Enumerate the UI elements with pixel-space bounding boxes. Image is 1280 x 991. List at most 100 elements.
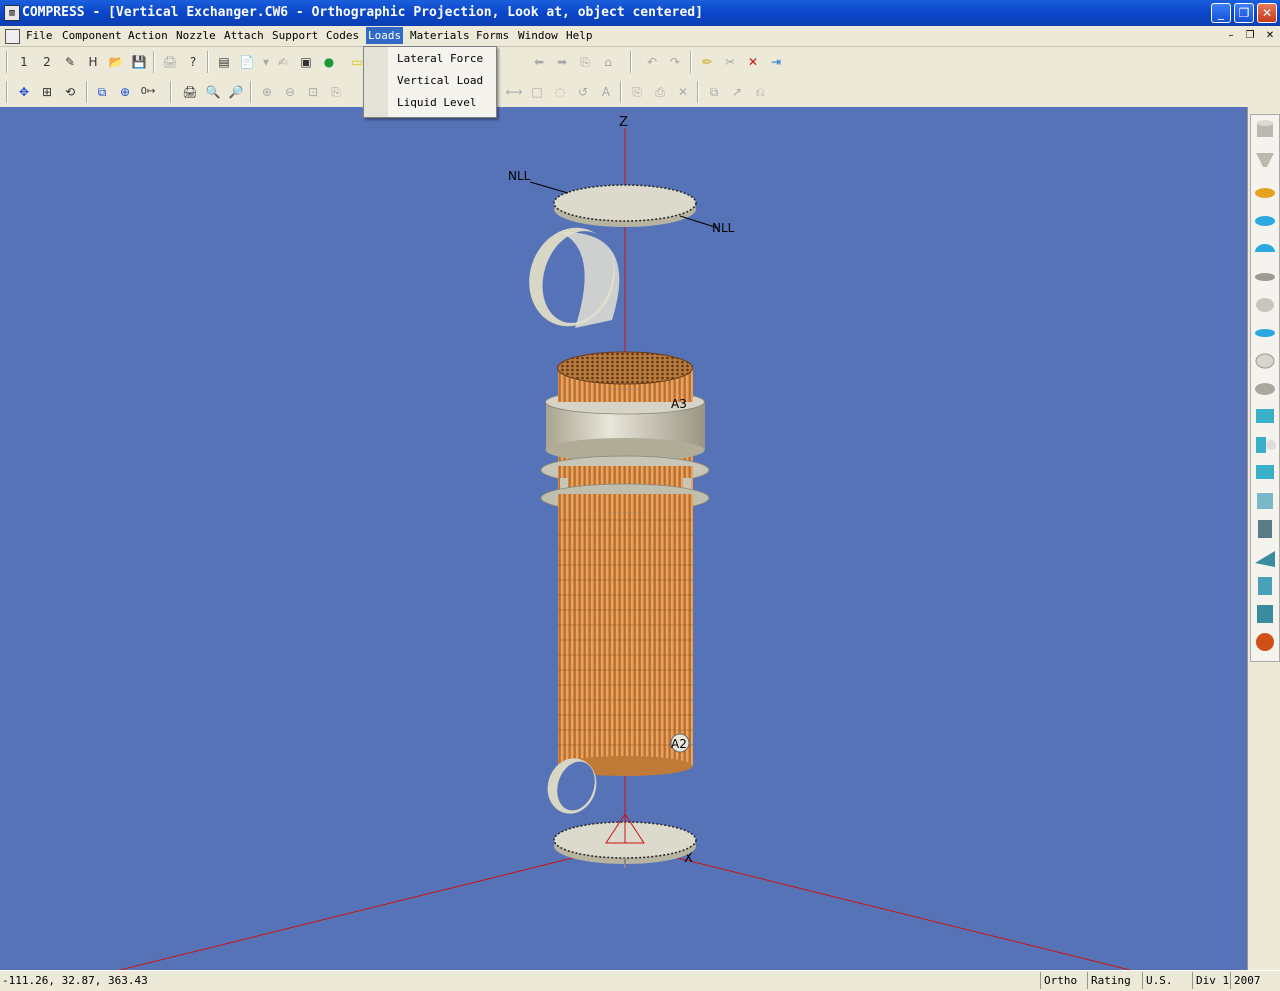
app-icon[interactable]: ▥: [4, 5, 20, 21]
copy-view-button[interactable]: ⎘: [576, 53, 594, 71]
duplicate-button[interactable]: ⧉: [705, 83, 723, 101]
menu-materials[interactable]: Materials: [410, 29, 470, 42]
forward-arrow-button[interactable]: ➡: [553, 53, 571, 71]
text-button[interactable]: A: [597, 83, 615, 101]
pdf-dropdown-button[interactable]: ▾: [257, 53, 275, 71]
calculate-button[interactable]: ▣: [297, 53, 315, 71]
cut-button[interactable]: ✂: [721, 53, 739, 71]
print-preview-button[interactable]: 🔍: [204, 83, 222, 101]
nozzle-cyan-icon[interactable]: [1256, 409, 1274, 423]
lug-icon[interactable]: [1255, 551, 1275, 567]
menu-support[interactable]: Support: [272, 29, 318, 42]
pan-button[interactable]: ✥: [15, 83, 33, 101]
menu-help[interactable]: Help: [566, 29, 593, 42]
heading-button[interactable]: H: [84, 53, 102, 71]
close-button[interactable]: ✕: [1257, 3, 1277, 23]
saddle-icon[interactable]: [1256, 465, 1274, 479]
insert-button[interactable]: ⇥: [767, 53, 785, 71]
tubesheet-icon[interactable]: [1255, 383, 1275, 395]
menu-nozzle[interactable]: Nozzle: [176, 29, 216, 42]
3d-viewport[interactable]: Z X NLL NLL A3 A2: [0, 107, 1247, 970]
menu-codes[interactable]: Codes: [326, 29, 359, 42]
menu-item-liquid-level[interactable]: Liquid Level: [397, 96, 476, 109]
report-button[interactable]: ▤: [215, 53, 233, 71]
skirt-icon[interactable]: [1258, 520, 1272, 538]
platform-icon[interactable]: [1257, 605, 1273, 623]
open-file-button[interactable]: 📂: [107, 53, 125, 71]
flange-icon[interactable]: [1255, 353, 1275, 369]
torispherical-head-icon[interactable]: [1256, 298, 1274, 312]
pdf-button[interactable]: 📄: [238, 53, 256, 71]
jacket-icon[interactable]: [1257, 493, 1273, 509]
document-icon[interactable]: [5, 29, 20, 44]
legs-icon[interactable]: [1258, 577, 1272, 595]
new-component-1-button[interactable]: 1: [15, 53, 33, 71]
zoom-extents-button[interactable]: ⎘: [327, 83, 345, 101]
minimize-button[interactable]: _: [1211, 3, 1231, 23]
menu-item-lateral-force[interactable]: Lateral Force: [397, 52, 483, 65]
window-title: COMPRESS - [Vertical Exchanger.CW6 - Ort…: [22, 5, 703, 20]
rectangle-button[interactable]: □: [528, 83, 546, 101]
find-button[interactable]: 🔎: [227, 83, 245, 101]
print-view-button[interactable]: 🖨: [181, 83, 199, 101]
help-button[interactable]: ?: [184, 53, 202, 71]
ellipsoidal-head-blue-icon[interactable]: [1255, 216, 1275, 226]
toolbar-grip: [6, 81, 8, 103]
menu-loads[interactable]: Loads: [366, 27, 404, 44]
cone-icon[interactable]: [1256, 153, 1274, 167]
side-nozzle-icon[interactable]: [1256, 437, 1276, 453]
redo-button[interactable]: ↷: [666, 53, 684, 71]
menu-attach[interactable]: Attach: [224, 29, 264, 42]
shell-band[interactable]: [545, 384, 706, 462]
blue-disk-icon[interactable]: [1255, 329, 1275, 337]
top-ring-nozzle[interactable]: [517, 216, 628, 337]
top-flange[interactable]: [553, 184, 697, 227]
mdi-minimize-button[interactable]: –: [1224, 29, 1238, 42]
revert-button[interactable]: ⎌: [751, 83, 769, 101]
baffle-plates[interactable]: [540, 455, 710, 513]
ellipsoidal-head-orange-icon[interactable]: [1255, 188, 1275, 198]
zoom-out-button[interactable]: ⊖: [281, 83, 299, 101]
rotate-view-button[interactable]: ⟲: [61, 83, 79, 101]
nll-label-left: NLL: [508, 169, 531, 183]
save-file-button[interactable]: 💾: [130, 53, 148, 71]
select-component-button[interactable]: ⧉: [93, 83, 111, 101]
menu-window[interactable]: Window: [518, 29, 558, 42]
dimension-button[interactable]: 0↦: [139, 83, 157, 101]
undo-button[interactable]: ↶: [643, 53, 661, 71]
home-button[interactable]: ⌂: [599, 53, 617, 71]
print-button[interactable]: 🖨: [161, 53, 179, 71]
menu-component[interactable]: Component: [62, 29, 122, 42]
mdi-restore-button[interactable]: ❐: [1243, 29, 1257, 42]
zoom-in-button[interactable]: ⊕: [258, 83, 276, 101]
fit-view-button[interactable]: ⊞: [38, 83, 56, 101]
mdi-close-button[interactable]: ✕: [1263, 29, 1277, 42]
toolbar-main: 1 2 ✎ H 📂 💾 🖨 ? ▤ 📄 ▾ ✍ ▣ ● ▭ ⬅ ➡ ⎘ ⌂ ↶ …: [0, 47, 1280, 78]
cylinder-icon[interactable]: [1257, 120, 1273, 137]
maximize-button[interactable]: ❐: [1234, 3, 1254, 23]
new-component-2-button[interactable]: 2: [38, 53, 56, 71]
paste-button[interactable]: ⎙: [651, 83, 669, 101]
menu-item-vertical-load[interactable]: Vertical Load: [397, 74, 483, 87]
add-nozzle-button[interactable]: ⊕: [116, 83, 134, 101]
run-button[interactable]: ●: [320, 53, 338, 71]
flat-head-icon[interactable]: [1255, 273, 1275, 281]
edit-pencil-button[interactable]: ✎: [61, 53, 79, 71]
rotate-button[interactable]: ↺: [574, 83, 592, 101]
edit-report-button[interactable]: ✍: [274, 53, 292, 71]
export-button[interactable]: ↗: [728, 83, 746, 101]
back-arrow-button[interactable]: ⬅: [530, 53, 548, 71]
hemispherical-head-icon[interactable]: [1255, 244, 1275, 252]
menu-file[interactable]: File: [26, 29, 53, 42]
menu-action[interactable]: Action: [128, 29, 168, 42]
zoom-window-button[interactable]: ⊡: [304, 83, 322, 101]
draw-button[interactable]: ✏: [698, 53, 716, 71]
remove-button[interactable]: ✕: [674, 83, 692, 101]
copy-button[interactable]: ⎘: [628, 83, 646, 101]
delete-button[interactable]: ✕: [744, 53, 762, 71]
bottom-flange[interactable]: [553, 813, 697, 868]
measure-button[interactable]: ⟷: [505, 83, 523, 101]
weight-icon[interactable]: [1256, 633, 1274, 651]
menu-forms[interactable]: Forms: [476, 29, 509, 42]
lasso-button[interactable]: ◌: [551, 83, 569, 101]
